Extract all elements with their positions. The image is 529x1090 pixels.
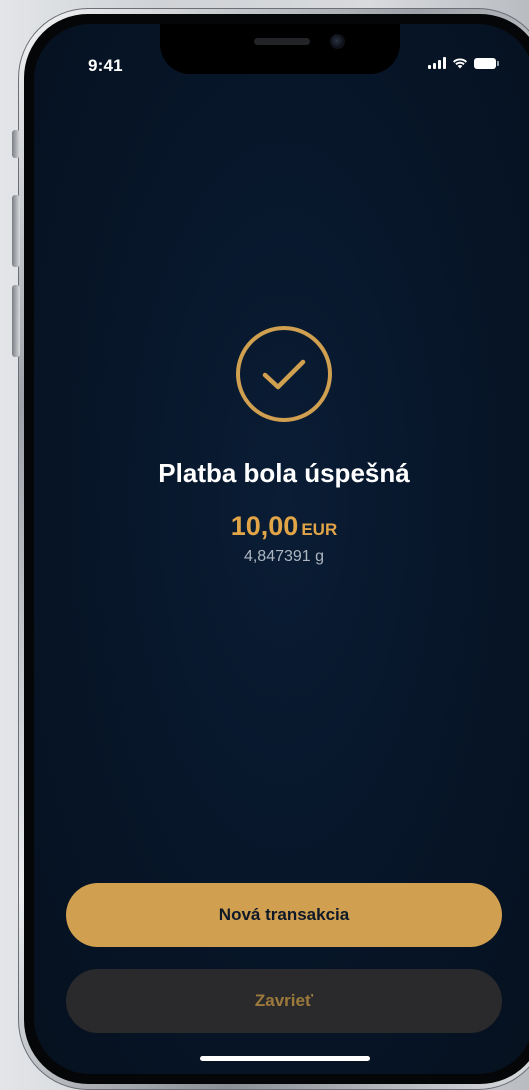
front-camera <box>330 34 345 49</box>
status-time: 9:41 <box>88 56 123 75</box>
signal-icon <box>428 57 446 69</box>
amount-value: 10,00 <box>230 511 299 541</box>
battery-icon <box>474 57 499 69</box>
gold-grams: 4,847391 g <box>243 548 325 565</box>
volume-up-button <box>12 195 20 267</box>
amount-currency: EUR <box>301 520 338 539</box>
wifi-icon <box>453 58 467 69</box>
speaker-grille <box>254 38 310 45</box>
success-title: Platba bola úspešná <box>158 458 410 488</box>
payment-amount: 10,00 EUR <box>34 511 529 542</box>
notch <box>160 24 400 74</box>
close-button[interactable]: Zavrieť <box>66 969 502 1033</box>
new-transaction-button[interactable]: Nová transakcia <box>66 883 502 947</box>
check-circle-icon <box>236 326 332 422</box>
mute-switch <box>12 130 20 158</box>
app-screen: 9:41 Platba bola úspešná 10,00 EUR 4,8473… <box>34 24 529 1074</box>
volume-down-button <box>12 285 20 357</box>
payment-success-panel: Platba bola úspešná 10,00 EUR 4,847391 g <box>34 324 529 566</box>
home-indicator[interactable] <box>200 1056 370 1061</box>
status-icons <box>428 57 499 69</box>
